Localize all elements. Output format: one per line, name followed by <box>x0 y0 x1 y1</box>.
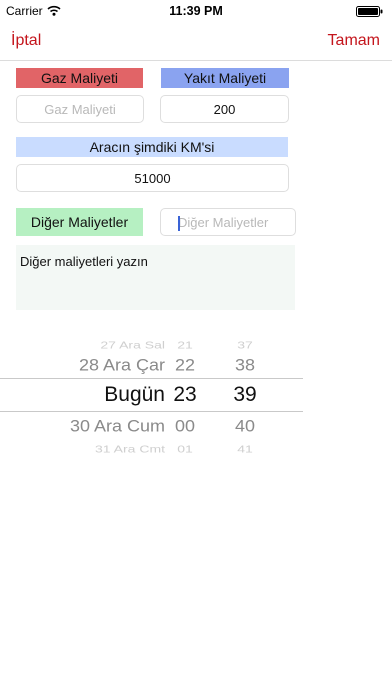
picker-row[interactable]: 31 Ara Cmt 01 41 <box>0 437 303 453</box>
text-cursor <box>178 216 180 231</box>
picker-minute: 40 <box>234 416 256 436</box>
fuel-cost-label: Yakıt Maliyeti <box>161 68 289 88</box>
other-costs-placeholder: Diğer Maliyetler <box>178 215 269 230</box>
done-button[interactable]: Tamam <box>328 32 380 50</box>
picker-minute: 39 <box>233 383 257 406</box>
gas-cost-label: Gaz Maliyeti <box>16 68 143 88</box>
picker-row[interactable]: 28 Ara Çar 22 38 <box>0 350 303 379</box>
notes-textarea[interactable]: Diğer maliyetleri yazın <box>16 245 295 310</box>
picker-date: Bugün <box>104 383 165 406</box>
picker-row[interactable]: 30 Ara Cum 00 40 <box>0 411 303 440</box>
status-bar: Carrier 11:39 PM <box>0 0 392 22</box>
picker-date: 31 Ara Cmt <box>94 443 165 453</box>
navigation-bar: İptal Tamam <box>0 22 392 61</box>
picker-date: 28 Ara Çar <box>78 355 165 375</box>
picker-hour: 22 <box>174 355 196 375</box>
picker-hour: 01 <box>177 443 193 453</box>
picker-minute: 38 <box>234 355 256 375</box>
other-costs-input[interactable]: Diğer Maliyetler <box>160 208 296 236</box>
cancel-button[interactable]: İptal <box>11 32 41 50</box>
status-time: 11:39 PM <box>169 4 223 18</box>
picker-hour: 23 <box>173 383 197 406</box>
notes-text: Diğer maliyetleri yazın <box>20 254 148 269</box>
picker-row-selected[interactable]: Bugün 23 39 <box>0 379 303 411</box>
current-km-input[interactable]: 51000 <box>16 164 289 192</box>
fuel-cost-input[interactable]: 200 <box>160 95 289 123</box>
picker-minute: 41 <box>237 443 253 453</box>
picker-date: 30 Ara Cum <box>69 416 165 436</box>
battery-icon <box>356 6 383 17</box>
date-time-picker[interactable]: 27 Ara Sal 21 37 28 Ara Çar 22 38 Bugün 23 39 30 … <box>0 325 303 453</box>
gas-cost-input[interactable]: Gaz Maliyeti <box>16 95 144 123</box>
current-km-label: Aracın şimdiki KM'si <box>16 137 288 157</box>
picker-hour: 00 <box>174 416 196 436</box>
other-costs-label: Diğer Maliyetler <box>16 208 143 236</box>
